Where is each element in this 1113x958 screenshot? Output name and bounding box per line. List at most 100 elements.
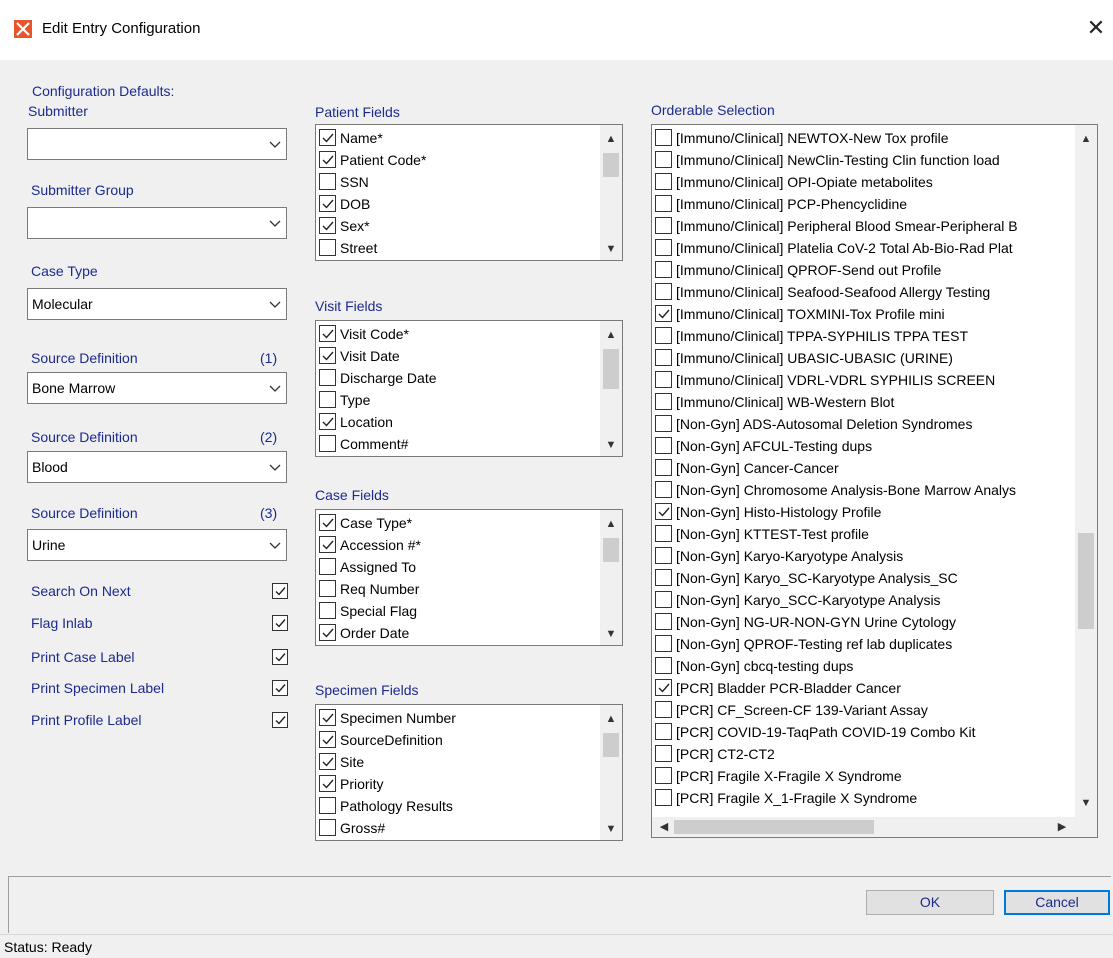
print-profile-label-checkbox[interactable] — [272, 712, 288, 728]
vertical-scrollbar[interactable]: ▲ ▼ — [1075, 125, 1097, 817]
checked-checkbox-icon[interactable] — [319, 347, 336, 364]
unchecked-checkbox-icon[interactable] — [319, 391, 336, 408]
unchecked-checkbox-icon[interactable] — [655, 459, 672, 476]
unchecked-checkbox-icon[interactable] — [655, 239, 672, 256]
unchecked-checkbox-icon[interactable] — [655, 635, 672, 652]
unchecked-checkbox-icon[interactable] — [655, 261, 672, 278]
unchecked-checkbox-icon[interactable] — [655, 657, 672, 674]
unchecked-checkbox-icon[interactable] — [319, 797, 336, 814]
unchecked-checkbox-icon[interactable] — [655, 437, 672, 454]
unchecked-checkbox-icon[interactable] — [319, 819, 336, 836]
scroll-right-icon[interactable]: ▶ — [1052, 817, 1072, 837]
scroll-thumb[interactable] — [603, 349, 619, 389]
checked-checkbox-icon[interactable] — [319, 217, 336, 234]
unchecked-checkbox-icon[interactable] — [655, 283, 672, 300]
vertical-scrollbar[interactable]: ▲ ▼ — [600, 125, 622, 260]
search-on-next-checkbox[interactable] — [272, 583, 288, 599]
scroll-thumb[interactable] — [603, 733, 619, 757]
close-icon[interactable]: ✕ — [1083, 14, 1109, 42]
unchecked-checkbox-icon[interactable] — [655, 745, 672, 762]
unchecked-checkbox-icon[interactable] — [655, 701, 672, 718]
case-type-dropdown[interactable]: Molecular — [27, 288, 287, 320]
unchecked-checkbox-icon[interactable] — [655, 129, 672, 146]
submitter-group-dropdown[interactable] — [27, 207, 287, 239]
specimen-fields-listbox[interactable]: Gross# Pathology Results Priority Site Sourc… — [315, 704, 623, 841]
vertical-scrollbar[interactable]: ▲ ▼ — [600, 705, 622, 840]
unchecked-checkbox-icon[interactable] — [655, 151, 672, 168]
horizontal-scrollbar[interactable]: ◀ ▶ — [652, 817, 1097, 837]
unchecked-checkbox-icon[interactable] — [319, 435, 336, 452]
unchecked-checkbox-icon[interactable] — [319, 173, 336, 190]
checked-checkbox-icon[interactable] — [319, 753, 336, 770]
checked-checkbox-icon[interactable] — [319, 195, 336, 212]
list-item-label: [Non-Gyn] QPROF-Testing ref lab duplicat… — [676, 636, 953, 652]
scroll-down-icon[interactable]: ▼ — [600, 624, 622, 644]
checked-checkbox-icon[interactable] — [319, 514, 336, 531]
unchecked-checkbox-icon[interactable] — [655, 327, 672, 344]
checked-checkbox-icon[interactable] — [319, 709, 336, 726]
scroll-up-icon[interactable]: ▲ — [1075, 129, 1097, 149]
unchecked-checkbox-icon[interactable] — [655, 173, 672, 190]
scroll-up-icon[interactable]: ▲ — [600, 709, 622, 729]
checked-checkbox-icon[interactable] — [319, 151, 336, 168]
source-definition-2-dropdown[interactable]: Blood — [27, 451, 287, 483]
scroll-thumb[interactable] — [603, 538, 619, 562]
unchecked-checkbox-icon[interactable] — [655, 195, 672, 212]
unchecked-checkbox-icon[interactable] — [655, 393, 672, 410]
unchecked-checkbox-icon[interactable] — [655, 371, 672, 388]
scroll-up-icon[interactable]: ▲ — [600, 129, 622, 149]
submitter-dropdown[interactable] — [27, 128, 287, 160]
vertical-scrollbar[interactable]: ▲ ▼ — [600, 510, 622, 645]
print-specimen-label-checkbox[interactable] — [272, 680, 288, 696]
checked-checkbox-icon[interactable] — [319, 536, 336, 553]
checked-checkbox-icon[interactable] — [655, 503, 672, 520]
vertical-scrollbar[interactable]: ▲ ▼ — [600, 321, 622, 456]
scroll-thumb[interactable] — [1078, 533, 1094, 629]
checked-checkbox-icon[interactable] — [319, 325, 336, 342]
orderable-selection-listbox[interactable]: [PCR] Fragile X_1-Fragile X Syndrome [PCR… — [651, 124, 1098, 838]
source-definition-3-dropdown[interactable]: Urine — [27, 529, 287, 561]
flag-inlab-checkbox[interactable] — [272, 615, 288, 631]
unchecked-checkbox-icon[interactable] — [655, 525, 672, 542]
scroll-left-icon[interactable]: ◀ — [654, 817, 674, 837]
checked-checkbox-icon[interactable] — [319, 129, 336, 146]
checked-checkbox-icon[interactable] — [655, 679, 672, 696]
visit-fields-listbox[interactable]: Comment# Location Type Discharge Date Visit … — [315, 320, 623, 457]
checked-checkbox-icon[interactable] — [319, 731, 336, 748]
unchecked-checkbox-icon[interactable] — [319, 239, 336, 256]
unchecked-checkbox-icon[interactable] — [655, 349, 672, 366]
unchecked-checkbox-icon[interactable] — [655, 789, 672, 806]
scroll-thumb-horizontal[interactable] — [674, 820, 874, 834]
print-case-label-checkbox[interactable] — [272, 649, 288, 665]
unchecked-checkbox-icon[interactable] — [655, 481, 672, 498]
patient-fields-listbox[interactable]: Street Sex* DOB SSN Patient Code* Name* ▲ ▼ — [315, 124, 623, 261]
unchecked-checkbox-icon[interactable] — [319, 580, 336, 597]
list-item-label: DOB — [340, 196, 371, 212]
unchecked-checkbox-icon[interactable] — [655, 613, 672, 630]
unchecked-checkbox-icon[interactable] — [655, 217, 672, 234]
checked-checkbox-icon[interactable] — [319, 413, 336, 430]
unchecked-checkbox-icon[interactable] — [655, 547, 672, 564]
unchecked-checkbox-icon[interactable] — [655, 415, 672, 432]
unchecked-checkbox-icon[interactable] — [655, 723, 672, 740]
source-definition-1-dropdown[interactable]: Bone Marrow — [27, 372, 287, 404]
unchecked-checkbox-icon[interactable] — [319, 369, 336, 386]
unchecked-checkbox-icon[interactable] — [319, 558, 336, 575]
unchecked-checkbox-icon[interactable] — [319, 602, 336, 619]
unchecked-checkbox-icon[interactable] — [655, 569, 672, 586]
checked-checkbox-icon[interactable] — [319, 775, 336, 792]
unchecked-checkbox-icon[interactable] — [655, 767, 672, 784]
checked-checkbox-icon[interactable] — [655, 305, 672, 322]
unchecked-checkbox-icon[interactable] — [655, 591, 672, 608]
scroll-down-icon[interactable]: ▼ — [1075, 793, 1097, 813]
scroll-down-icon[interactable]: ▼ — [600, 239, 622, 259]
scroll-thumb[interactable] — [603, 153, 619, 177]
case-fields-listbox[interactable]: Order Date Special Flag Req Number Assigned… — [315, 509, 623, 646]
scroll-up-icon[interactable]: ▲ — [600, 514, 622, 534]
ok-button[interactable]: OK — [866, 890, 994, 915]
scroll-down-icon[interactable]: ▼ — [600, 819, 622, 839]
cancel-button[interactable]: Cancel — [1004, 890, 1110, 915]
checked-checkbox-icon[interactable] — [319, 624, 336, 641]
scroll-up-icon[interactable]: ▲ — [600, 325, 622, 345]
scroll-down-icon[interactable]: ▼ — [600, 435, 622, 455]
